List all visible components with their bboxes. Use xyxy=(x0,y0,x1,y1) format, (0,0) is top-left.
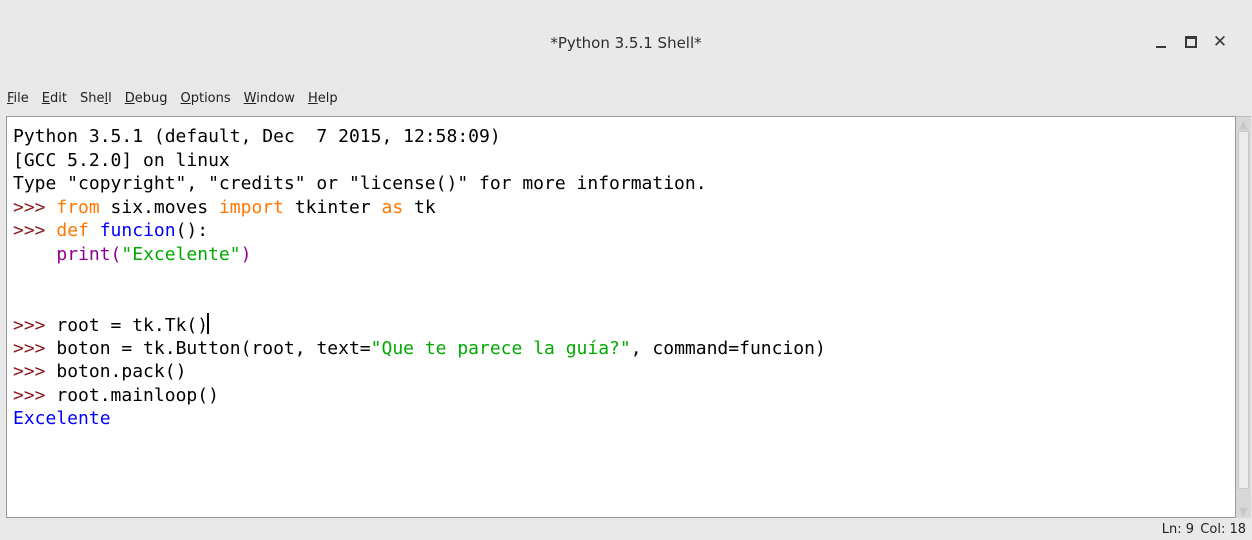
menu-bar: File Edit Shell Debug Options Window Hel… xyxy=(0,82,1252,114)
shell-input-line: >>> root = tk.Tk() xyxy=(13,313,210,336)
status-bar: Ln: 9 Col: 18 xyxy=(0,518,1252,540)
minimize-icon xyxy=(1156,46,1166,48)
shell-input-line: >>> boton.pack() xyxy=(13,361,187,382)
prompt: >>> xyxy=(13,337,57,359)
menu-window[interactable]: Window xyxy=(237,91,301,106)
close-icon: ✕ xyxy=(1212,31,1228,52)
prompt: >>> xyxy=(13,361,57,382)
prompt: >>> xyxy=(13,315,57,336)
shell-content: Python 3.5.1 (default, Dec 7 2015, 12:58… xyxy=(13,125,826,431)
prompt: >>> xyxy=(13,384,57,406)
scroll-up-icon[interactable]: ▲ xyxy=(1237,117,1250,131)
shell-input-line: >>> boton = tk.Button(root, text="Que te… xyxy=(13,337,826,359)
scrollbar-thumb[interactable] xyxy=(1238,131,1249,489)
minimize-button[interactable] xyxy=(1147,30,1175,54)
menu-help[interactable]: Help xyxy=(301,91,344,106)
shell-input-line: print("Excelente") xyxy=(56,243,252,265)
title-bar: *Python 3.5.1 Shell* ✕ xyxy=(0,0,1252,82)
menu-file[interactable]: File xyxy=(0,91,35,106)
menu-debug[interactable]: Debug xyxy=(118,91,174,106)
maximize-icon xyxy=(1185,36,1197,48)
close-button[interactable]: ✕ xyxy=(1206,30,1234,54)
text-cursor xyxy=(207,313,210,334)
vertical-scrollbar[interactable]: ▲ ▼ xyxy=(1236,116,1251,518)
shell-text-area[interactable]: Python 3.5.1 (default, Dec 7 2015, 12:58… xyxy=(6,116,1236,518)
window-title: *Python 3.5.1 Shell* xyxy=(550,34,702,52)
menu-edit[interactable]: Edit xyxy=(35,91,73,106)
shell-input-line: >>> root.mainloop() xyxy=(13,384,219,406)
prompt: >>> xyxy=(13,196,57,218)
line-number: Ln: 9 xyxy=(1161,522,1194,537)
column-number: Col: 18 xyxy=(1200,522,1246,537)
banner-line: [GCC 5.2.0] on linux xyxy=(13,149,230,171)
banner-line: Type "copyright", "credits" or "license(… xyxy=(13,173,707,194)
menu-options[interactable]: Options xyxy=(173,91,236,106)
scroll-down-icon[interactable]: ▼ xyxy=(1237,504,1250,518)
shell-input-line: >>> def funcion(): xyxy=(13,220,209,241)
shell-output-line: Excelente xyxy=(13,408,111,429)
menu-shell[interactable]: Shell xyxy=(73,91,118,106)
maximize-button[interactable] xyxy=(1177,30,1205,54)
shell-input-line: >>> from six.moves import tkinter as tk xyxy=(13,196,436,218)
prompt: >>> xyxy=(13,220,57,241)
banner-line: Python 3.5.1 (default, Dec 7 2015, 12:58… xyxy=(13,126,501,147)
